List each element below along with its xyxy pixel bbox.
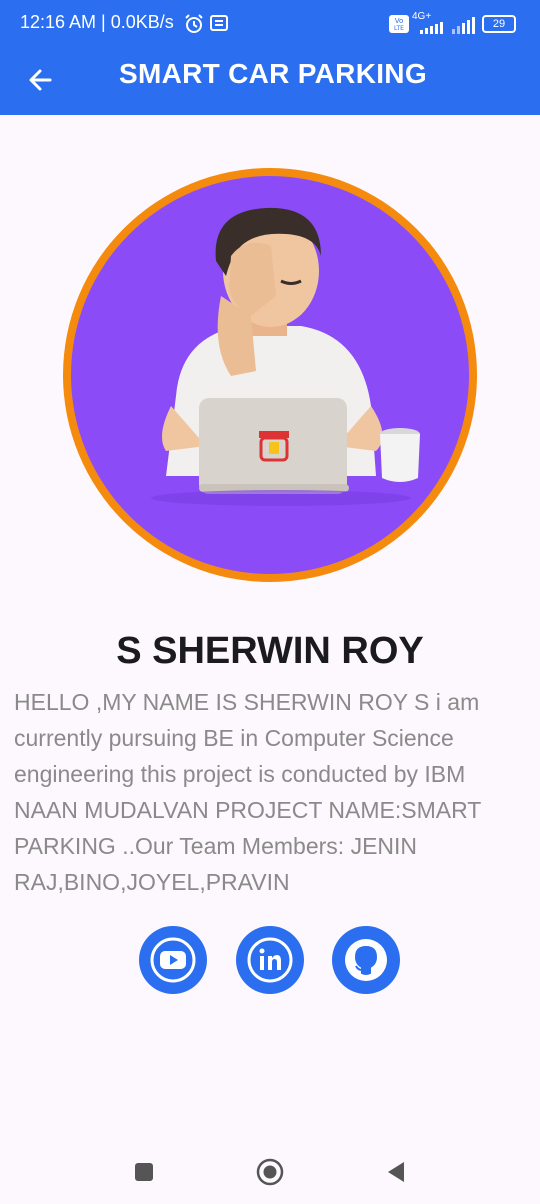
battery-level: 29 [492,18,506,30]
github-button[interactable] [332,926,400,994]
profile-bio: HELLO ,MY NAME IS SHERWIN ROY S i am cur… [14,689,481,895]
profile-name: S SHERWIN ROY [116,630,424,672]
app-bar: SMART CAR PARKING [0,48,540,115]
youtube-icon [150,937,196,983]
recents-button[interactable] [130,1158,158,1186]
person-laptop-illustration [151,207,420,506]
signal-icon-2 [452,17,475,34]
system-nav-bar [0,1140,540,1204]
status-time: 12:16 AM | 0.0KB/s [20,12,174,32]
status-bar: 12:16 AM | 0.0KB/s Vo LTE 4G+ 29 [0,0,540,48]
linkedin-button[interactable] [236,926,304,994]
home-button[interactable] [256,1158,284,1186]
triangle-back-icon [388,1162,404,1182]
home-circle-icon [256,1158,284,1186]
svg-text:LTE: LTE [394,25,404,32]
square-icon [135,1163,153,1181]
back-nav-button[interactable] [382,1158,410,1186]
youtube-button[interactable] [139,926,207,994]
top-bar: 12:16 AM | 0.0KB/s Vo LTE 4G+ 29 SMART C… [0,0,540,115]
alarm-icon [185,14,203,33]
network-type: 4G+ [412,11,432,22]
page-title: SMART CAR PARKING [119,58,427,89]
avatar-image [71,176,469,574]
avatar [63,168,477,582]
github-icon [345,939,387,981]
screen: 12:16 AM | 0.0KB/s Vo LTE 4G+ 29 SMART C… [0,0,540,1204]
linkedin-icon [247,937,293,983]
notification-icon [210,15,228,31]
arrow-left-icon [29,69,52,91]
signal-icon-1 [420,22,443,34]
volte-icon: Vo LTE [389,15,409,33]
svg-text:Vo: Vo [395,17,404,25]
back-button[interactable] [20,60,60,100]
battery-icon: 29 [482,15,516,33]
